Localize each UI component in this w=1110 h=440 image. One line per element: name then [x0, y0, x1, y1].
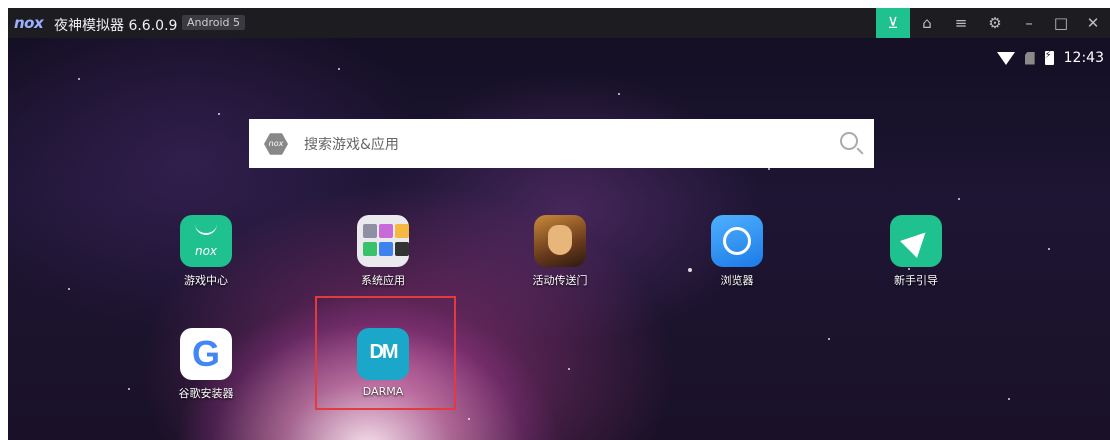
red-highlight-box	[315, 296, 456, 410]
event-portal-icon	[534, 215, 586, 267]
status-bar: 12:43	[996, 50, 1104, 66]
inbox-icon: ⊻	[887, 14, 899, 32]
nox-game-center-icon: nox	[180, 215, 232, 267]
emulator-window: nox 夜神模拟器 6.6.0.9 Android 5 ⊻ ⌂ ≡ ⚙ – □ …	[8, 8, 1110, 440]
menu-button[interactable]: ≡	[944, 8, 978, 38]
app-event-portal[interactable]: 活动传送门	[515, 215, 605, 288]
search-placeholder: 搜索游戏&应用	[304, 137, 399, 153]
app-label: 谷歌安装器	[178, 387, 234, 400]
app-beginner-guide[interactable]: 新手引导	[871, 215, 961, 288]
minimize-icon: –	[1025, 14, 1033, 32]
wifi-icon	[996, 51, 1015, 65]
battery-charging-icon	[1044, 50, 1054, 65]
browser-icon	[711, 215, 763, 267]
app-title: 夜神模拟器 6.6.0.9	[54, 18, 178, 34]
maximize-button[interactable]: □	[1044, 8, 1078, 38]
app-system-apps[interactable]: 系统应用	[338, 215, 428, 288]
android-home-screen: 12:43 nox 搜索游戏&应用 nox 游戏中心 系统应用 活动传送门	[8, 38, 1110, 440]
shirt-icon: ⌂	[922, 14, 932, 32]
app-label: 浏览器	[720, 274, 754, 287]
nox-search-logo-icon: nox	[264, 133, 288, 155]
android-version-badge: Android 5	[182, 15, 246, 30]
search-bar[interactable]: nox 搜索游戏&应用	[249, 119, 874, 168]
app-label: 新手引导	[894, 274, 938, 287]
app-game-center[interactable]: nox 游戏中心	[161, 215, 251, 288]
theme-button[interactable]: ⌂	[910, 8, 944, 38]
google-installer-icon: G	[180, 328, 232, 380]
minimize-button[interactable]: –	[1012, 8, 1046, 38]
gear-icon: ⚙	[988, 14, 1002, 32]
clock: 12:43	[1063, 50, 1104, 66]
search-icon[interactable]	[840, 132, 858, 150]
app-label: 活动传送门	[532, 274, 588, 287]
app-label: 游戏中心	[184, 274, 228, 287]
close-icon: ✕	[1086, 14, 1100, 32]
close-button[interactable]: ✕	[1076, 8, 1110, 38]
settings-button[interactable]: ⚙	[978, 8, 1012, 38]
sim-icon	[1024, 51, 1035, 65]
title-bar: nox 夜神模拟器 6.6.0.9 Android 5 ⊻ ⌂ ≡ ⚙ – □ …	[8, 8, 1110, 38]
maximize-icon: □	[1053, 14, 1069, 32]
inbox-button[interactable]: ⊻	[876, 8, 910, 38]
system-apps-folder-icon	[357, 215, 409, 267]
app-google-installer[interactable]: G 谷歌安装器	[161, 328, 251, 401]
nox-logo: nox	[14, 14, 44, 32]
app-label: 系统应用	[361, 274, 405, 287]
menu-icon: ≡	[954, 14, 968, 32]
app-browser[interactable]: 浏览器	[692, 215, 782, 288]
guide-arrow-icon	[890, 215, 942, 267]
